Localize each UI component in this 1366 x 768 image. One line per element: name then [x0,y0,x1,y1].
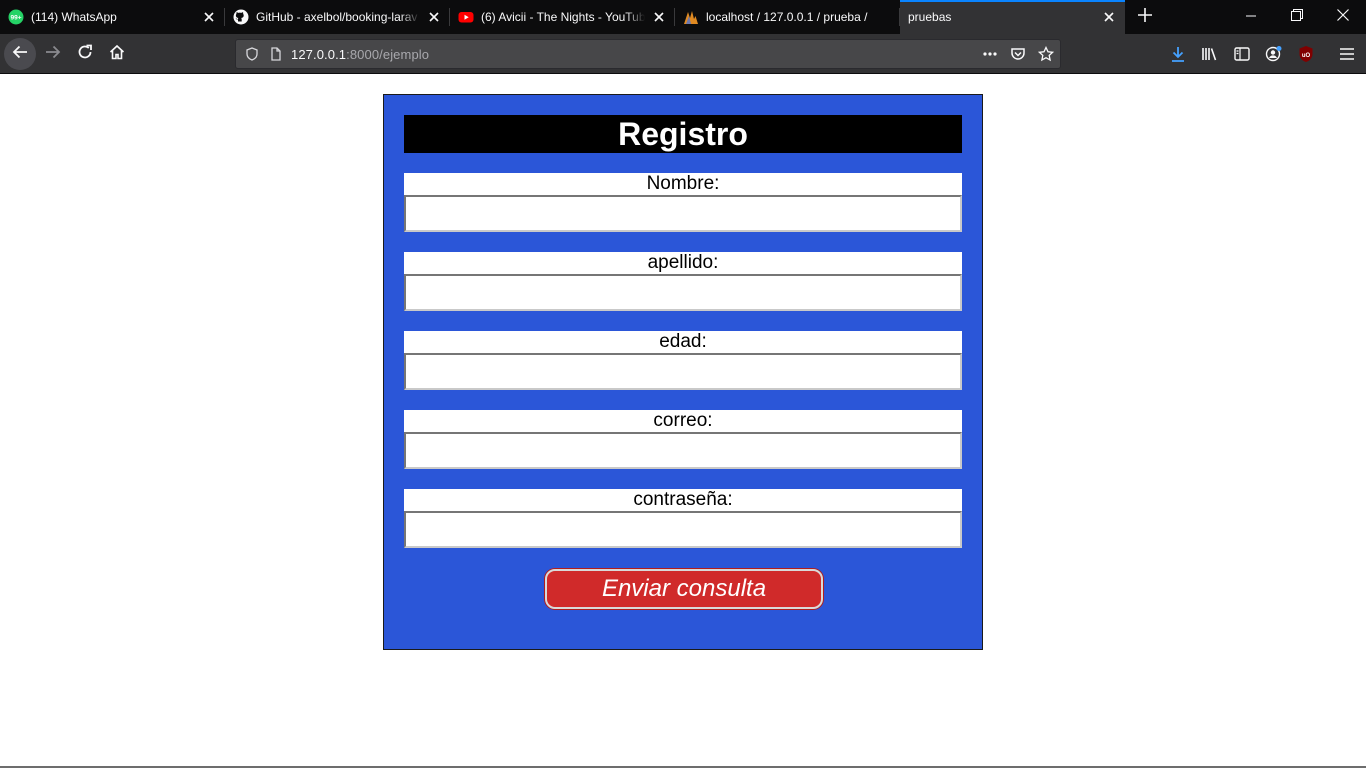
forward-arrow-icon [45,44,61,65]
field-contrasena: contraseña: [404,489,962,548]
url-path: :8000/ejemplo [346,46,430,62]
svg-text:uO: uO [1302,53,1311,59]
phpmyadmin-icon [683,9,699,25]
minimize-icon [1246,8,1256,26]
close-window-button[interactable] [1320,0,1366,34]
page-icon[interactable] [267,45,285,63]
close-tab-icon[interactable] [426,9,442,25]
minimize-button[interactable] [1228,0,1274,34]
shield-icon[interactable] [243,45,261,63]
sidebar-icon[interactable] [1232,44,1252,64]
field-nombre: Nombre: [404,173,962,232]
account-icon[interactable] [1264,44,1284,64]
back-arrow-icon [12,44,28,65]
nombre-input[interactable] [404,195,962,232]
correo-input[interactable] [404,432,962,469]
tab-title: localhost / 127.0.0.1 / prueba / [706,10,868,24]
whatsapp-badge: 99+ [10,15,21,22]
close-window-icon [1337,8,1349,26]
tab-title: (6) Avicii - The Nights - YouTub [481,10,645,24]
tab-youtube[interactable]: (6) Avicii - The Nights - YouTub [450,0,675,34]
apellido-input[interactable] [404,274,962,311]
pocket-icon[interactable] [1009,45,1027,63]
address-bar[interactable]: 127.0.0.1:8000/ejemplo [235,39,1061,69]
reload-button[interactable] [69,38,101,70]
whatsapp-icon: 99+ [8,9,24,25]
home-button[interactable] [101,38,133,70]
plus-icon [1138,7,1152,27]
contrasena-input[interactable] [404,511,962,548]
tab-whatsapp[interactable]: 99+ (114) WhatsApp [0,0,225,34]
downloads-icon[interactable] [1168,44,1188,64]
url-host: 127.0.0.1 [291,46,347,62]
tab-title: pruebas [908,10,952,24]
new-tab-button[interactable] [1125,0,1165,34]
field-apellido: apellido: [404,252,962,311]
close-tab-icon[interactable] [651,9,667,25]
tab-pruebas[interactable]: pruebas [900,0,1125,34]
form-title: Registro [404,115,962,153]
forward-button[interactable] [37,38,69,70]
tab-title: (114) WhatsApp [31,10,117,24]
edad-label: edad: [404,331,962,353]
youtube-icon [458,9,474,25]
restore-button[interactable] [1274,0,1320,34]
contrasena-label: contraseña: [404,489,962,511]
tab-strip: 99+ (114) WhatsApp GitHub - axelbol/book… [0,0,1366,34]
edad-input[interactable] [404,353,962,390]
github-icon [233,9,249,25]
menu-icon[interactable] [1337,44,1357,64]
correo-label: correo: [404,410,962,432]
home-icon [109,44,125,65]
registration-form: Registro Nombre: apellido: edad: correo:… [383,94,983,650]
bookmark-star-icon[interactable] [1037,45,1055,63]
nombre-label: Nombre: [404,173,962,195]
more-actions-icon[interactable] [981,45,999,63]
back-button[interactable] [4,38,36,70]
page-content: Registro Nombre: apellido: edad: correo:… [0,74,1366,768]
restore-icon [1291,8,1303,26]
close-tab-icon[interactable] [201,9,217,25]
tab-phpmyadmin[interactable]: localhost / 127.0.0.1 / prueba / [675,0,900,34]
field-correo: correo: [404,410,962,469]
close-tab-icon[interactable] [1101,9,1117,25]
url-text: 127.0.0.1:8000/ejemplo [291,47,429,62]
tab-github[interactable]: GitHub - axelbol/booking-larav [225,0,450,34]
library-icon[interactable] [1200,44,1220,64]
navigation-toolbar: 127.0.0.1:8000/ejemplo uO [0,34,1366,74]
submit-button[interactable]: Enviar consulta [545,569,823,609]
apellido-label: apellido: [404,252,962,274]
field-edad: edad: [404,331,962,390]
reload-icon [77,44,93,65]
tab-title: GitHub - axelbol/booking-larav [256,10,418,24]
ublock-origin-icon[interactable]: uO [1296,44,1316,64]
